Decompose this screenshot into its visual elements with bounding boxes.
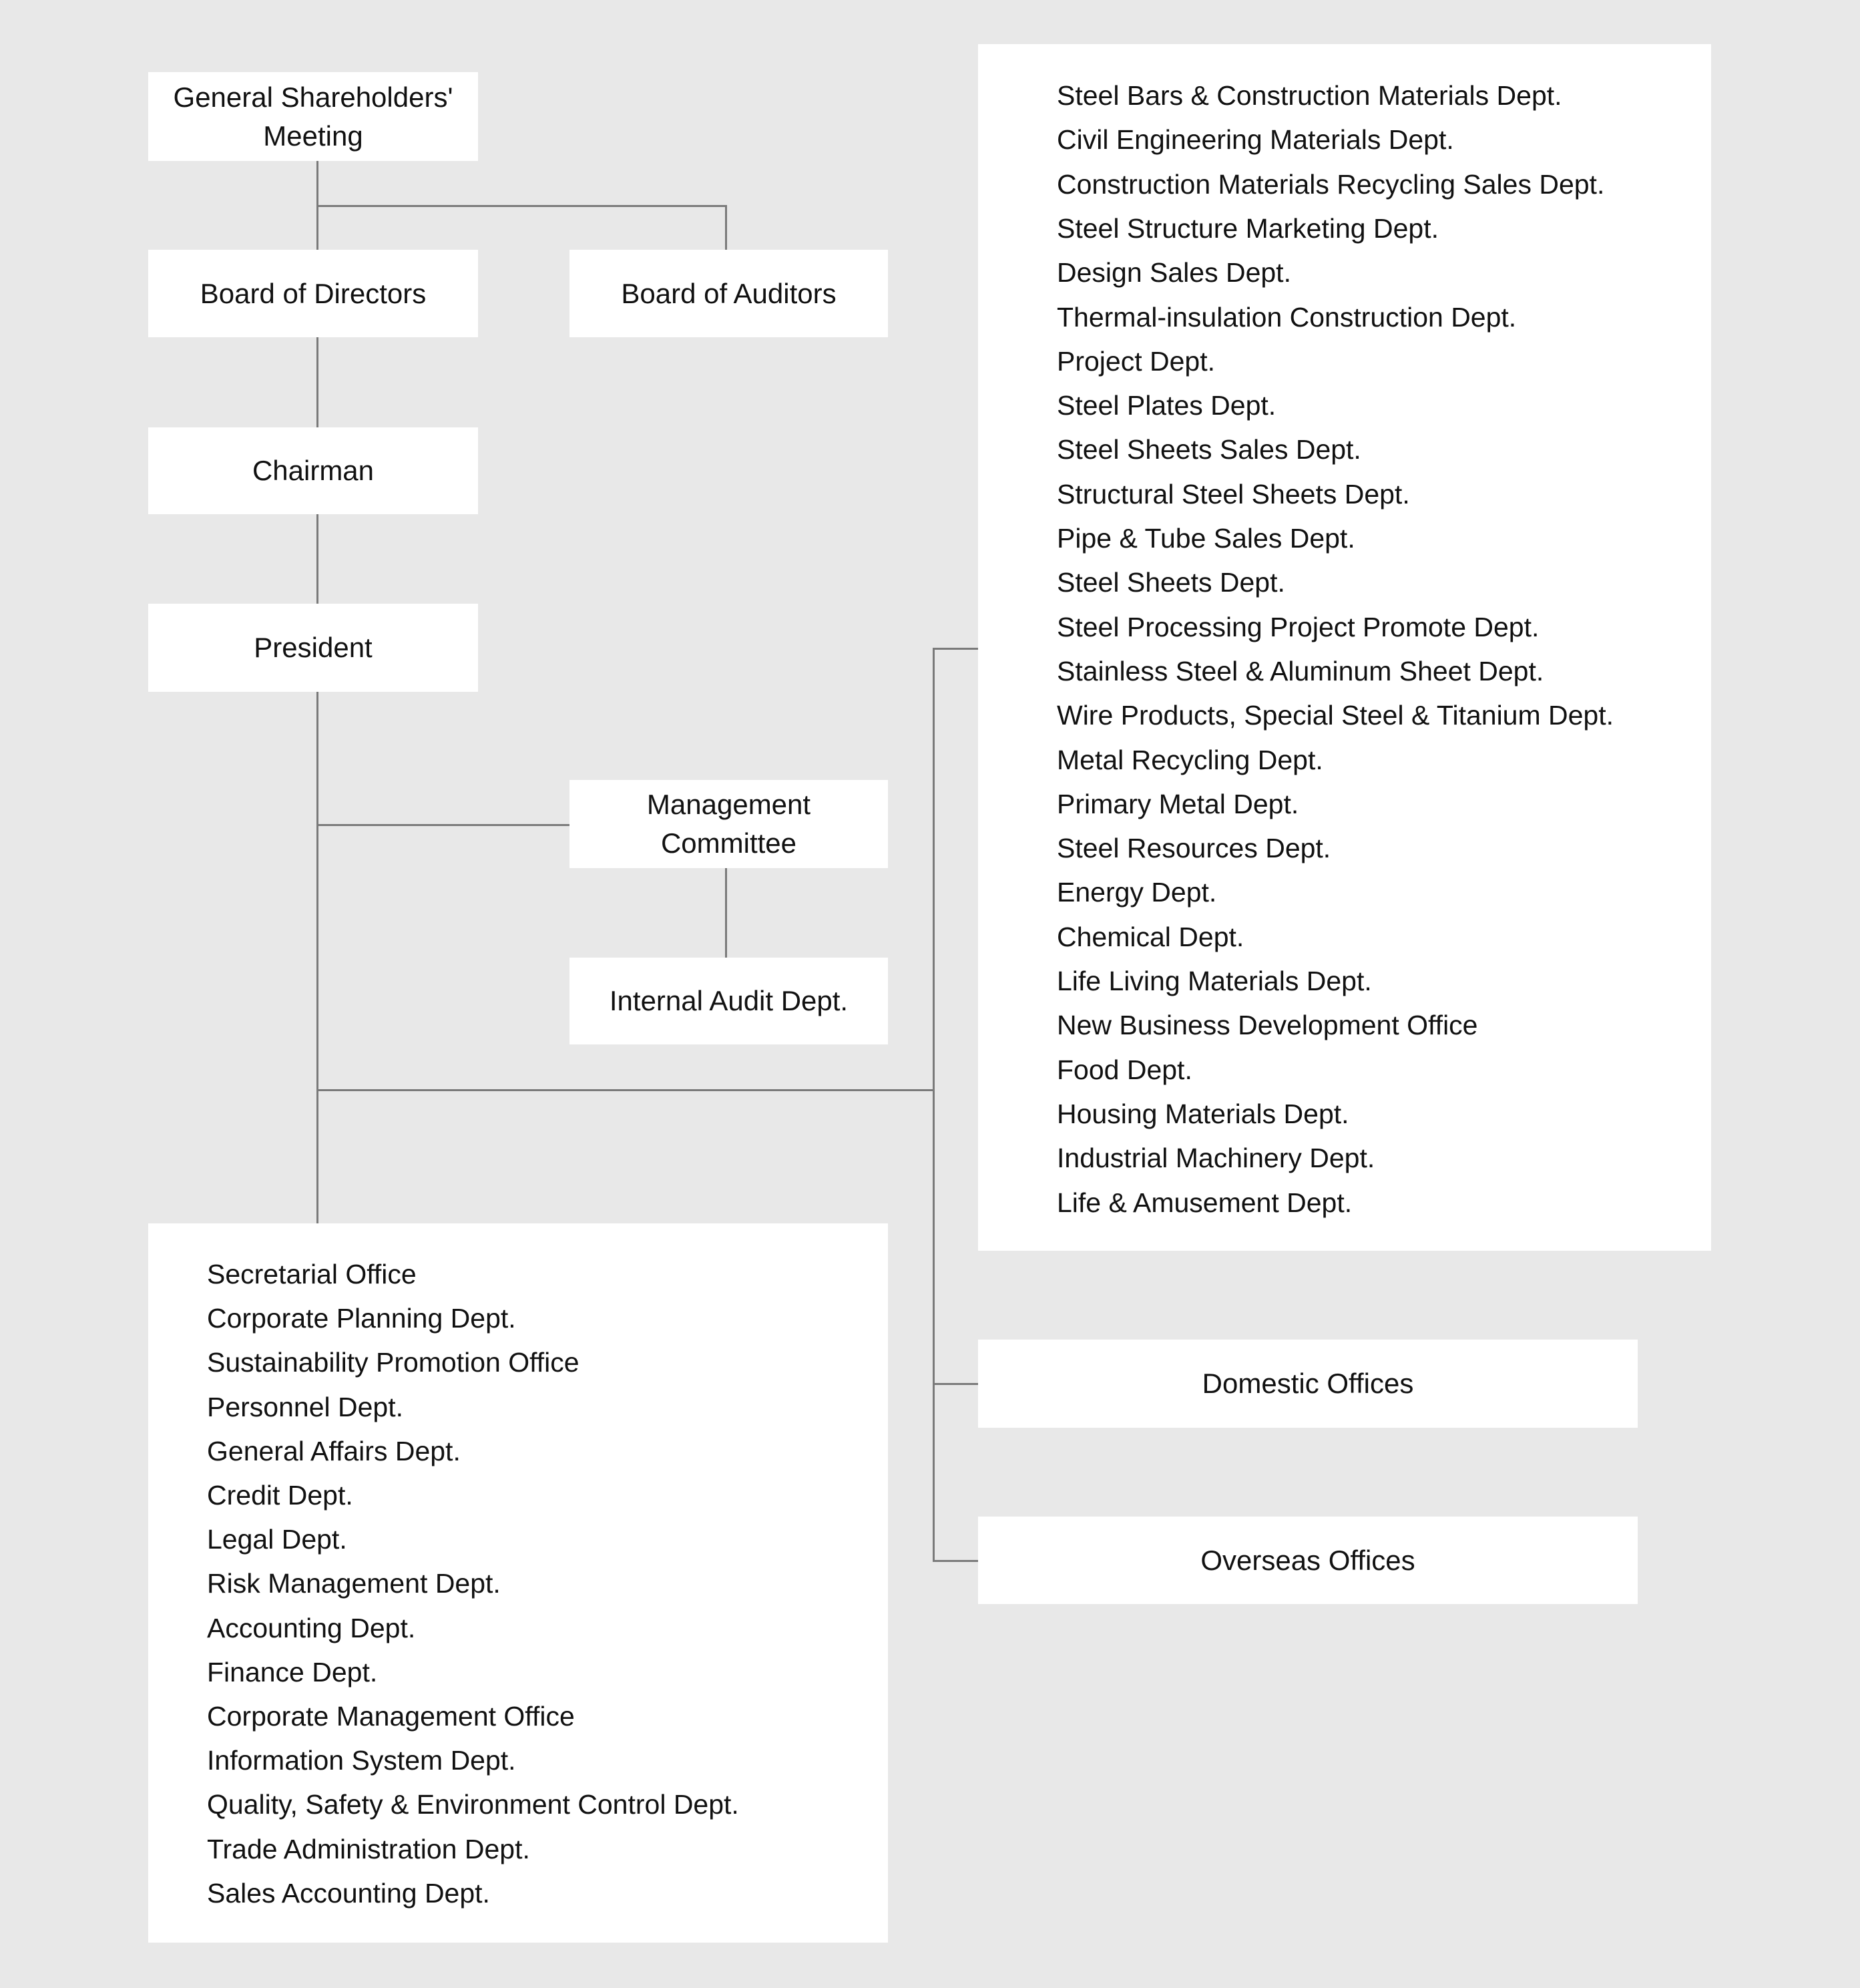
node-board-of-auditors: Board of Auditors: [569, 250, 888, 337]
department-item: Sustainability Promotion Office: [207, 1347, 579, 1378]
department-item: Project Dept.: [1057, 345, 1215, 377]
department-item: Personnel Dept.: [207, 1391, 404, 1422]
corporate-departments-list: Secretarial Office Corporate Planning Dep…: [148, 1223, 888, 1943]
department-item: Metal Recycling Dept.: [1057, 744, 1323, 775]
node-label: Overseas Offices: [1200, 1544, 1415, 1576]
department-item: Life & Amusement Dept.: [1057, 1187, 1353, 1218]
connector: [933, 648, 978, 650]
department-item: Trade Administration Dept.: [207, 1833, 530, 1864]
department-item: Steel Sheets Dept.: [1057, 567, 1285, 598]
department-item: Stainless Steel & Aluminum Sheet Dept.: [1057, 655, 1544, 686]
node-label: Internal Audit Dept.: [609, 985, 849, 1016]
department-item: Steel Plates Dept.: [1057, 390, 1276, 421]
department-item: Quality, Safety & Environment Control De…: [207, 1789, 739, 1820]
department-item: Structural Steel Sheets Dept.: [1057, 478, 1410, 510]
department-item: Legal Dept.: [207, 1524, 347, 1555]
department-item: Corporate Planning Dept.: [207, 1303, 516, 1334]
department-item: Primary Metal Dept.: [1057, 788, 1299, 819]
department-item: General Affairs Dept.: [207, 1435, 461, 1466]
department-item: Sales Accounting Dept.: [207, 1877, 490, 1909]
department-item: Risk Management Dept.: [207, 1568, 501, 1599]
department-item: Accounting Dept.: [207, 1612, 416, 1643]
department-item: Design Sales Dept.: [1057, 257, 1291, 288]
node-label: Board of Directors: [200, 277, 427, 309]
department-item: Information System Dept.: [207, 1745, 516, 1776]
department-item: Corporate Management Office: [207, 1701, 575, 1732]
node-chairman: Chairman: [148, 427, 478, 514]
department-item: Food Dept.: [1057, 1054, 1192, 1085]
department-item: Credit Dept.: [207, 1480, 353, 1511]
node-label: General Shareholders' Meeting: [173, 81, 453, 152]
node-label: President: [254, 632, 373, 663]
department-item: Steel Bars & Construction Materials Dept…: [1057, 80, 1562, 111]
node-internal-audit: Internal Audit Dept.: [569, 958, 888, 1044]
connector: [316, 205, 726, 207]
department-item: Thermal-insulation Construction Dept.: [1057, 301, 1517, 333]
node-president: President: [148, 604, 478, 692]
department-item: Pipe & Tube Sales Dept.: [1057, 523, 1355, 554]
department-item: Wire Products, Special Steel & Titanium …: [1057, 700, 1614, 731]
department-item: Steel Resources Dept.: [1057, 833, 1331, 864]
department-item: Secretarial Office: [207, 1259, 417, 1289]
node-domestic-offices: Domestic Offices: [978, 1340, 1638, 1428]
node-label: Chairman: [252, 455, 375, 486]
department-item: Energy Dept.: [1057, 877, 1217, 908]
department-item: New Business Development Office: [1057, 1010, 1478, 1041]
department-item: Steel Structure Marketing Dept.: [1057, 212, 1439, 244]
connector: [933, 1560, 978, 1562]
department-item: Housing Materials Dept.: [1057, 1098, 1349, 1129]
node-label: Domestic Offices: [1202, 1368, 1414, 1399]
connector: [725, 205, 727, 250]
connector: [933, 1383, 978, 1385]
node-management-committee: Management Committee: [569, 780, 888, 868]
node-overseas-offices: Overseas Offices: [978, 1517, 1638, 1604]
node-label: Board of Auditors: [621, 277, 837, 309]
department-item: Chemical Dept.: [1057, 921, 1244, 952]
connector: [725, 868, 727, 958]
connector: [933, 648, 935, 1561]
department-item: Steel Sheets Sales Dept.: [1057, 434, 1361, 465]
connector: [316, 824, 569, 826]
node-label: Management Committee: [646, 789, 811, 859]
department-item: Civil Engineering Materials Dept.: [1057, 124, 1454, 156]
node-board-of-directors: Board of Directors: [148, 250, 478, 337]
department-item: Finance Dept.: [207, 1656, 378, 1687]
department-item: Construction Materials Recycling Sales D…: [1057, 168, 1605, 200]
department-item: Life Living Materials Dept.: [1057, 966, 1372, 996]
department-item: Industrial Machinery Dept.: [1057, 1143, 1375, 1174]
department-item: Steel Processing Project Promote Dept.: [1057, 611, 1540, 642]
node-shareholders-meeting: General Shareholders' Meeting: [148, 72, 478, 161]
business-departments-list: Steel Bars & Construction Materials Dept…: [978, 44, 1711, 1251]
connector: [316, 1089, 934, 1091]
